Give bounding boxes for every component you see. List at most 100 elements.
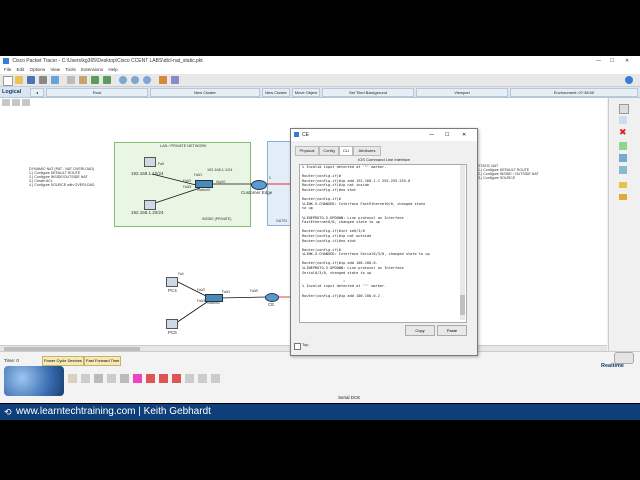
branding-footer: ⟲ www.learntechtraining.com | Keith Gebh…: [0, 404, 640, 420]
resize-icon[interactable]: [619, 142, 627, 150]
cable-icon[interactable]: [68, 374, 77, 383]
workspace-bar: Logical ◂ Root New Cluster New Cluster M…: [0, 87, 640, 98]
move-object-button[interactable]: Move Object: [292, 88, 320, 97]
router-config-dialog: CE — ☐ ✕ Physical Config CLI Attributes …: [290, 128, 478, 356]
new-cluster-button-2[interactable]: New Cluster: [262, 88, 290, 97]
viewport-button[interactable]: Viewport: [416, 88, 508, 97]
cable-icon[interactable]: [81, 374, 90, 383]
logical-mode-label[interactable]: Logical: [2, 87, 21, 97]
tab-physical[interactable]: Physical: [295, 146, 319, 156]
right-toolbar: ✖: [608, 98, 640, 351]
maximize-icon[interactable]: ☐: [610, 56, 614, 66]
close-icon[interactable]: ✕: [625, 56, 629, 66]
pc-icon[interactable]: [144, 200, 156, 210]
tab-attributes[interactable]: Attributes: [353, 146, 381, 156]
menu-file[interactable]: File: [4, 67, 11, 72]
main-toolbar: [0, 74, 640, 87]
paste-icon[interactable]: [79, 76, 87, 84]
pc-icon[interactable]: [166, 319, 178, 329]
custom-device-icon[interactable]: [171, 76, 179, 84]
top-checkbox[interactable]: [294, 343, 301, 350]
inspect-icon[interactable]: [619, 116, 627, 124]
menu-view[interactable]: View: [50, 67, 60, 72]
new-cluster-button[interactable]: New Cluster: [150, 88, 260, 97]
cable-icon[interactable]: [211, 374, 220, 383]
help-icon[interactable]: [625, 76, 633, 84]
palette-icon[interactable]: [159, 76, 167, 84]
tab-cli[interactable]: CLI: [339, 146, 353, 156]
minimize-icon[interactable]: —: [596, 56, 601, 66]
environment-button[interactable]: Environment: 07:38:00: [510, 88, 638, 97]
menu-options[interactable]: Options: [30, 67, 46, 72]
tab-config[interactable]: Config: [319, 146, 339, 156]
zoom-out-icon[interactable]: [143, 76, 151, 84]
note-icon[interactable]: [619, 154, 627, 162]
dialog-close-icon[interactable]: ✕: [462, 129, 466, 141]
cable-icon[interactable]: [185, 374, 194, 383]
menu-tools[interactable]: Tools: [65, 67, 76, 72]
device-type-logo[interactable]: [4, 366, 64, 396]
paste-button[interactable]: Paste: [437, 325, 467, 336]
switch2-port-c: Fa0/1: [222, 290, 231, 294]
dialog-maximize-icon[interactable]: ☐: [445, 129, 449, 141]
dialog-titlebar: CE — ☐ ✕: [291, 129, 477, 141]
menu-bar: File Edit Options View Tools Extensions …: [0, 66, 640, 74]
menu-edit[interactable]: Edit: [17, 67, 25, 72]
pc-icon[interactable]: [144, 157, 156, 167]
delete-icon[interactable]: ✖: [619, 128, 627, 137]
device-list: [68, 372, 238, 386]
undo-icon[interactable]: [91, 76, 99, 84]
cable-icon[interactable]: [146, 374, 155, 383]
switch2-label: Switch2: [207, 301, 221, 305]
pc-icon[interactable]: [166, 277, 178, 287]
cli-terminal[interactable]: % Invalid input detected at '^' marker. …: [299, 164, 467, 323]
switch-icon[interactable]: [195, 180, 213, 188]
router-icon[interactable]: [251, 180, 267, 190]
dialog-title: CE: [302, 132, 309, 138]
cable-icon[interactable]: [159, 374, 168, 383]
pc1-ip-label: 192.168.1.10/24: [131, 171, 164, 176]
zoom-reset-icon[interactable]: [131, 76, 139, 84]
back-button[interactable]: ◂: [30, 88, 44, 97]
cable-icon[interactable]: [120, 374, 129, 383]
cable-icon[interactable]: [107, 374, 116, 383]
cable-icon[interactable]: [133, 374, 142, 383]
router-port-s: 0: [269, 176, 271, 180]
router-label: Customer Edge: [241, 190, 273, 195]
open-folder-icon[interactable]: [15, 76, 23, 84]
title-bar: Cisco Packet Tracer - C:\Users\kg365\Des…: [0, 56, 640, 66]
pc5-label: PC5: [168, 330, 177, 335]
set-tiled-background-button[interactable]: Set Tiled Background: [322, 88, 414, 97]
switch2-port-a: Fa0/2: [197, 288, 206, 292]
zoom-in-icon[interactable]: [119, 76, 127, 84]
root-button[interactable]: Root: [46, 88, 148, 97]
new-file-icon[interactable]: [3, 76, 13, 86]
complex-pdu-icon[interactable]: [619, 194, 627, 200]
copy-icon[interactable]: [67, 76, 75, 84]
copy-button[interactable]: Copy: [405, 325, 435, 336]
static-nat-step: 3.) Configure SOURCE: [478, 176, 516, 180]
realtime-label[interactable]: Realtime: [601, 363, 624, 369]
cable-icon[interactable]: [198, 374, 207, 383]
dialog-minimize-icon[interactable]: —: [429, 129, 434, 141]
fast-forward-button[interactable]: Fast Forward Time: [84, 356, 122, 366]
redo-icon[interactable]: [103, 76, 111, 84]
switch2-port-b: Fa0/3: [197, 299, 206, 303]
window-title: Cisco Packet Tracer - C:\Users\kg365\Des…: [12, 58, 203, 64]
terminal-scroll-thumb[interactable]: [460, 295, 465, 315]
power-cycle-button[interactable]: Power Cycle Devices: [42, 356, 84, 366]
terminal-scrollbar[interactable]: [460, 165, 465, 320]
menu-extensions[interactable]: Extensions: [81, 67, 103, 72]
wizard-icon[interactable]: [51, 76, 59, 84]
print-icon[interactable]: [39, 76, 47, 84]
router-icon[interactable]: [265, 293, 279, 302]
cable-icon[interactable]: [94, 374, 103, 383]
pc4-label: PC4: [168, 288, 177, 293]
menu-help[interactable]: Help: [108, 67, 117, 72]
pc2-ip-label: 192.168.1.20/24: [131, 210, 164, 215]
cable-icon[interactable]: [172, 374, 181, 383]
draw-line-icon[interactable]: [619, 166, 627, 174]
add-pdu-icon[interactable]: [619, 182, 627, 188]
select-icon[interactable]: [619, 104, 629, 114]
save-icon[interactable]: [27, 76, 35, 84]
